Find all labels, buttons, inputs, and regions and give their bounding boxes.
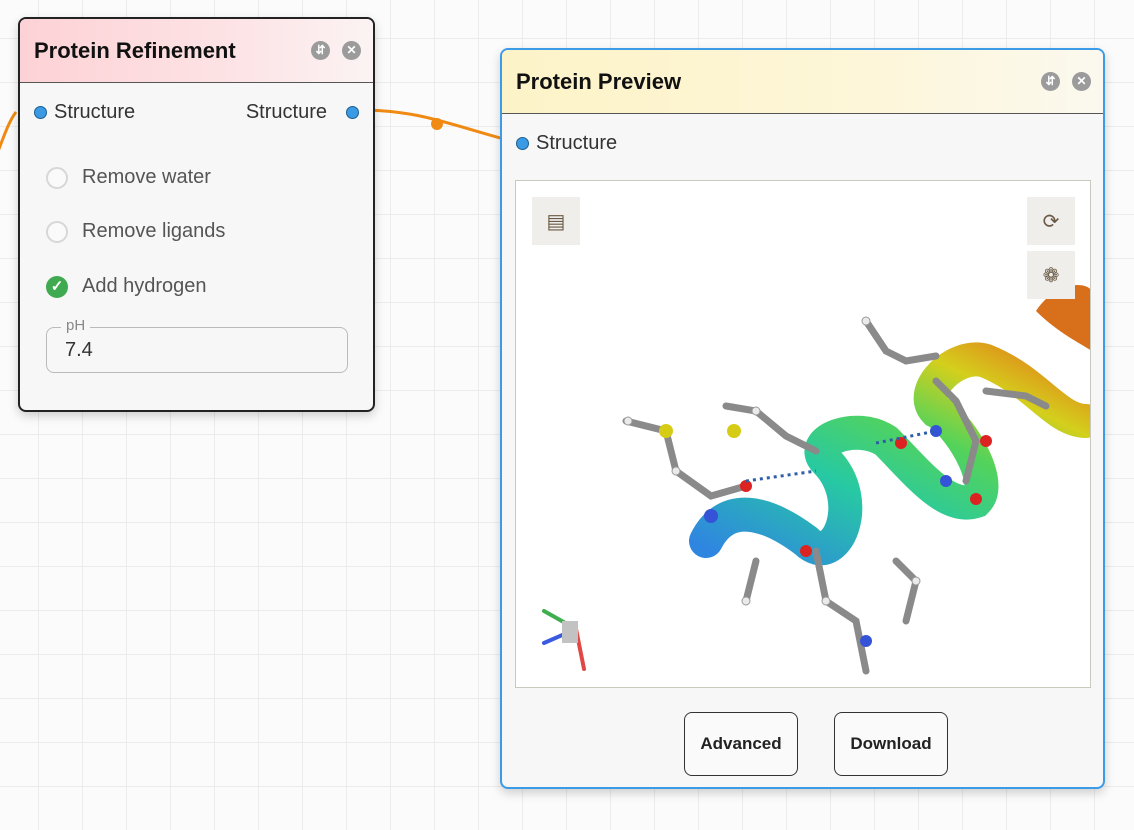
option-add-hydrogen[interactable]: ✓ Add hydrogen — [46, 275, 207, 298]
node-title: Protein Preview — [516, 68, 682, 94]
protein-preview-node[interactable]: Protein Preview ⇵ ✕ Structure ▤ ⟳ ❁ Adva… — [500, 48, 1105, 789]
helix-ribbon — [689, 342, 1090, 566]
port-dot[interactable] — [346, 106, 359, 119]
radio-unchecked[interactable] — [46, 166, 68, 189]
option-label: Add hydrogen — [82, 275, 207, 297]
option-remove-water[interactable]: Remove water — [46, 166, 211, 189]
node-header[interactable]: Protein Preview ⇵ ✕ — [502, 50, 1103, 114]
collapse-icon[interactable]: ⇵ — [311, 41, 330, 60]
node-title: Protein Refinement — [34, 37, 236, 63]
edge-refine-to-preview[interactable] — [359, 108, 516, 144]
option-remove-ligands[interactable]: Remove ligands — [46, 220, 225, 243]
ph-value[interactable]: 7.4 — [65, 339, 93, 362]
download-button[interactable]: Download — [834, 712, 948, 776]
protein-structure-render[interactable] — [516, 181, 1091, 688]
output-port-structure[interactable]: Structure — [246, 101, 359, 124]
node-header[interactable]: Protein Refinement ⇵ ✕ — [20, 19, 373, 83]
close-icon[interactable]: ✕ — [1072, 72, 1091, 91]
ph-label: pH — [61, 317, 91, 334]
close-icon[interactable]: ✕ — [342, 41, 361, 60]
port-label: Structure — [54, 101, 136, 123]
port-label: Structure — [536, 132, 618, 154]
screenshot-icon[interactable]: ❁ — [1027, 251, 1075, 299]
edge-midpoint-handle[interactable] — [431, 118, 443, 130]
option-label: Remove ligands — [82, 220, 226, 242]
reset-view-icon[interactable]: ⟳ — [1027, 197, 1075, 245]
advanced-button[interactable]: Advanced — [684, 712, 798, 776]
check-icon[interactable]: ✓ — [46, 275, 68, 298]
protein-refinement-node[interactable]: Protein Refinement ⇵ ✕ Structure Structu… — [18, 17, 375, 412]
axes-icon — [542, 609, 586, 671]
edge-incoming[interactable] — [0, 111, 18, 170]
option-label: Remove water — [82, 166, 211, 188]
input-port-structure[interactable]: Structure — [34, 101, 135, 124]
input-port-structure[interactable]: Structure — [516, 132, 617, 155]
animation-icon[interactable]: ▤ — [532, 197, 580, 245]
ph-input[interactable]: pH 7.4 — [46, 317, 348, 373]
molecule-viewer[interactable]: ▤ ⟳ ❁ — [515, 180, 1091, 688]
collapse-icon[interactable]: ⇵ — [1041, 72, 1060, 91]
radio-unchecked[interactable] — [46, 220, 68, 243]
port-label: Structure — [245, 101, 327, 123]
port-dot[interactable] — [34, 106, 47, 119]
port-dot[interactable] — [516, 137, 529, 150]
